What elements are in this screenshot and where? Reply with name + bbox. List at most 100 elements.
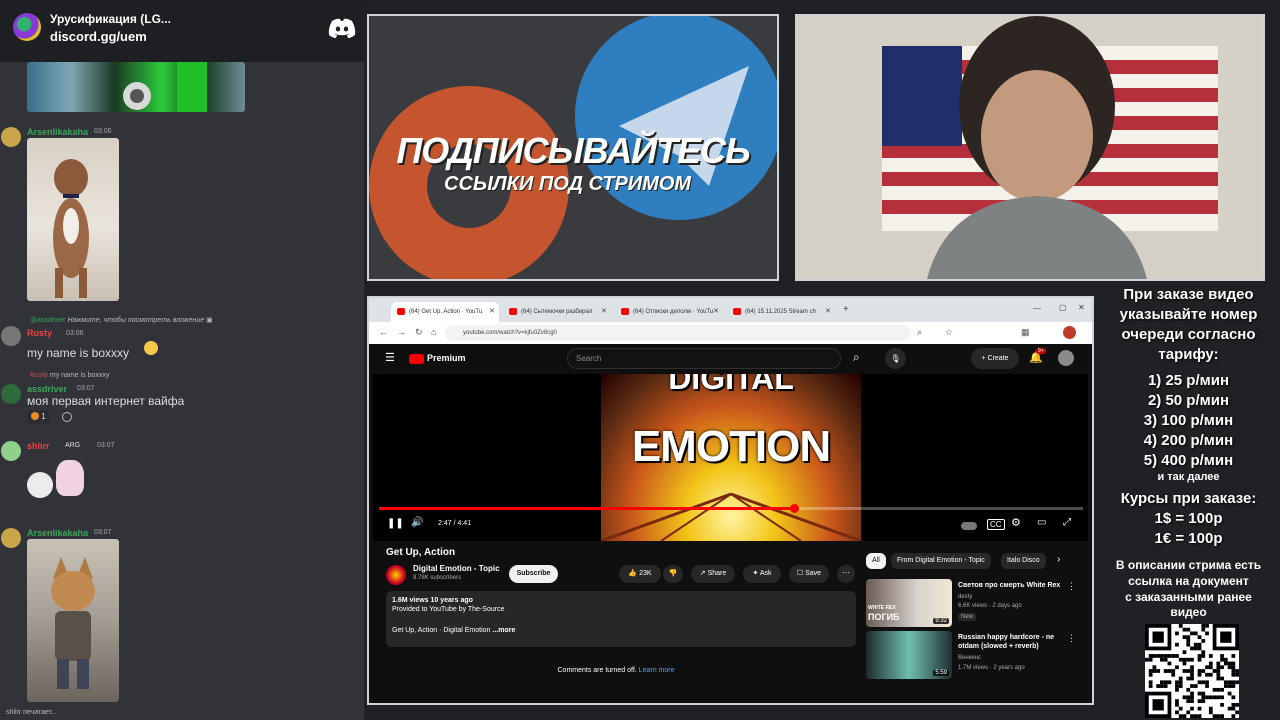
reload-icon[interactable]: ↻ — [415, 327, 423, 338]
cat-sticker[interactable] — [56, 460, 84, 496]
share-button[interactable]: ↗ Share — [691, 565, 735, 583]
progress-bar[interactable] — [379, 504, 1083, 513]
youtube-favicon-icon — [509, 308, 517, 315]
tab-2[interactable]: (64) Сытемочки разбирал ✕ — [503, 302, 611, 322]
account-avatar[interactable] — [1058, 350, 1074, 366]
extensions-icon[interactable]: ▦ — [1021, 327, 1030, 338]
tab-strip: (64) Get Up, Action · YouTu ✕ (64) Сытемо… — [369, 298, 1092, 322]
url-field[interactable]: youtube.com/watch?v=kjfu0Zv8cg0 — [445, 325, 911, 341]
chip-from-channel[interactable]: From Digital Emotion - Topic — [891, 553, 991, 569]
close-window-button[interactable]: ✕ — [1078, 303, 1085, 312]
minimize-button[interactable]: — — [1033, 304, 1041, 313]
chip-italo-disco[interactable]: Italo Disco — [1001, 553, 1046, 569]
related-thumbnail[interactable]: WHITE REX ПОГИБ 9:32 — [866, 579, 952, 627]
related-stats: 1.7M views · 2 years ago — [958, 665, 1025, 671]
miniplayer-icon[interactable]: ▭ — [1037, 517, 1046, 528]
menu-icon[interactable]: ☰ — [385, 351, 395, 364]
settings-gear-icon[interactable]: ⚙ — [1011, 516, 1021, 529]
dislike-button[interactable]: 👎 — [663, 565, 683, 583]
learn-more-link[interactable]: Learn more — [639, 667, 675, 674]
tab-3[interactable]: (64) Отписки делолм · YouTu ✕ — [615, 302, 723, 322]
user-avatar[interactable] — [1, 441, 21, 461]
ask-button[interactable]: ✦ Ask — [743, 565, 781, 583]
emoji-icon — [144, 341, 158, 355]
tab-get-up-action[interactable]: (64) Get Up, Action · YouTu ✕ — [391, 302, 499, 322]
order-info-panel: При заказе видео указывайте номер очеред… — [1097, 283, 1280, 720]
related-title[interactable]: Russian happy hardcore - ne otdam (slowe… — [958, 633, 1058, 651]
webcam-scene — [797, 16, 1263, 279]
search-input[interactable]: Search — [567, 348, 841, 369]
qr-code-icon[interactable] — [1145, 624, 1239, 718]
maximize-button[interactable]: ▢ — [1059, 303, 1067, 312]
captions-icon[interactable]: CC — [987, 519, 1005, 530]
description-box[interactable]: 1.6M views 10 years ago Provided to YouT… — [386, 591, 856, 647]
close-tab-icon: ✕ — [489, 308, 495, 315]
username[interactable]: Arsenlikakaha — [27, 528, 88, 538]
volume-icon[interactable]: 🔊 — [411, 517, 423, 528]
doc-note-line: с заказанными ранее — [1125, 590, 1252, 604]
doc-note-line: В описании стрима есть — [1115, 558, 1262, 572]
mic-icon[interactable]: 🎙 — [885, 348, 906, 369]
channel-name[interactable]: Digital Emotion - Topic — [413, 564, 500, 573]
channel-avatar[interactable] — [386, 565, 406, 585]
username[interactable]: assdriver — [27, 384, 67, 394]
youtube-logo-icon[interactable] — [409, 354, 424, 364]
autoplay-toggle[interactable] — [961, 522, 977, 530]
robot-figure-icon — [123, 62, 207, 112]
more-actions-button[interactable]: ⋯ — [837, 565, 855, 583]
bookmark-star-icon[interactable]: ☆ — [945, 327, 953, 338]
timestamp: 03:07 — [94, 529, 112, 536]
zoom-icon[interactable]: ⌕ — [917, 327, 922, 338]
invite-link[interactable]: discord.gg/uem — [50, 29, 147, 44]
sparkle-icon: ✦ — [752, 570, 759, 577]
timestamp: 03:07 — [97, 442, 115, 449]
more-vert-icon[interactable]: ⋮ — [1067, 633, 1076, 644]
user-avatar[interactable] — [1, 127, 21, 147]
profile-avatar[interactable] — [1063, 326, 1076, 339]
reply-preview[interactable]: @assdriver Нажмите, чтобы посмотреть вло… — [30, 316, 213, 324]
dog-image[interactable] — [27, 138, 119, 301]
server-icon[interactable] — [13, 13, 41, 41]
server-name: Урусификация (LG... — [50, 12, 171, 26]
like-button[interactable]: 👍 23K — [619, 565, 661, 583]
username[interactable]: shlirr — [27, 441, 50, 451]
ghost-sticker[interactable] — [27, 472, 53, 498]
video-player[interactable]: DIGITAL EMOTION ❚❚ 🔊 2:47 / 4:41 CC ⚙ ▭ … — [373, 374, 1088, 541]
more-link[interactable]: ...more — [492, 627, 515, 634]
attachment-image[interactable] — [27, 62, 245, 112]
youtube-logo-text: Premium — [427, 353, 466, 363]
discord-header: Урусификация (LG... discord.gg/uem — [0, 0, 364, 62]
user-avatar[interactable] — [1, 528, 21, 548]
username[interactable]: Rusty — [27, 328, 52, 338]
new-tab-button[interactable]: + — [843, 304, 849, 315]
related-thumbnail[interactable]: 5:59 — [866, 631, 952, 679]
home-icon[interactable]: ⌂ — [431, 327, 436, 337]
related-title[interactable]: Светов про смерть White Rex — [958, 581, 1068, 590]
description-line: Get Up, Action · Digital Emotion ...more — [392, 627, 516, 634]
pause-icon[interactable]: ❚❚ — [387, 518, 404, 529]
kitten-image[interactable] — [27, 539, 119, 702]
message-text: моя первая интернет вайфа — [27, 394, 185, 408]
username[interactable]: Arsenlikakaha — [27, 127, 88, 137]
banner-headline: ПОДПИСЫВАЙТЕСЬ — [396, 130, 750, 171]
more-vert-icon[interactable]: ⋮ — [1067, 581, 1076, 592]
intro-line: тарифу: — [1158, 346, 1219, 363]
chip-all[interactable]: All — [866, 553, 886, 569]
search-icon[interactable]: ⌕ — [853, 350, 860, 365]
chevron-right-icon[interactable]: › — [1057, 554, 1060, 565]
fullscreen-icon[interactable]: ⤢ — [1063, 517, 1071, 528]
reply-preview[interactable]: Rusty my name is boxxxy — [30, 372, 109, 379]
tab-4[interactable]: (64) 15.11.2025 Stream ch ✕ — [727, 302, 835, 322]
create-button[interactable]: + Create — [971, 348, 1019, 369]
forward-arrow-icon[interactable]: → — [397, 327, 406, 337]
dog-figure-icon — [53, 159, 89, 298]
reaction-chip[interactable]: 1 — [27, 410, 50, 424]
tariff-line: 3) 100 р/мин — [1143, 412, 1234, 429]
banner-subline: ССЫЛКИ ПОД СТРИМОМ — [444, 173, 692, 195]
user-avatar[interactable] — [1, 384, 21, 404]
save-button[interactable]: ☐ Save — [789, 565, 829, 583]
back-arrow-icon[interactable]: ← — [379, 327, 388, 337]
add-reaction-icon[interactable] — [62, 412, 72, 422]
subscribe-button[interactable]: Subscribe — [509, 565, 558, 583]
user-avatar[interactable] — [1, 326, 21, 346]
